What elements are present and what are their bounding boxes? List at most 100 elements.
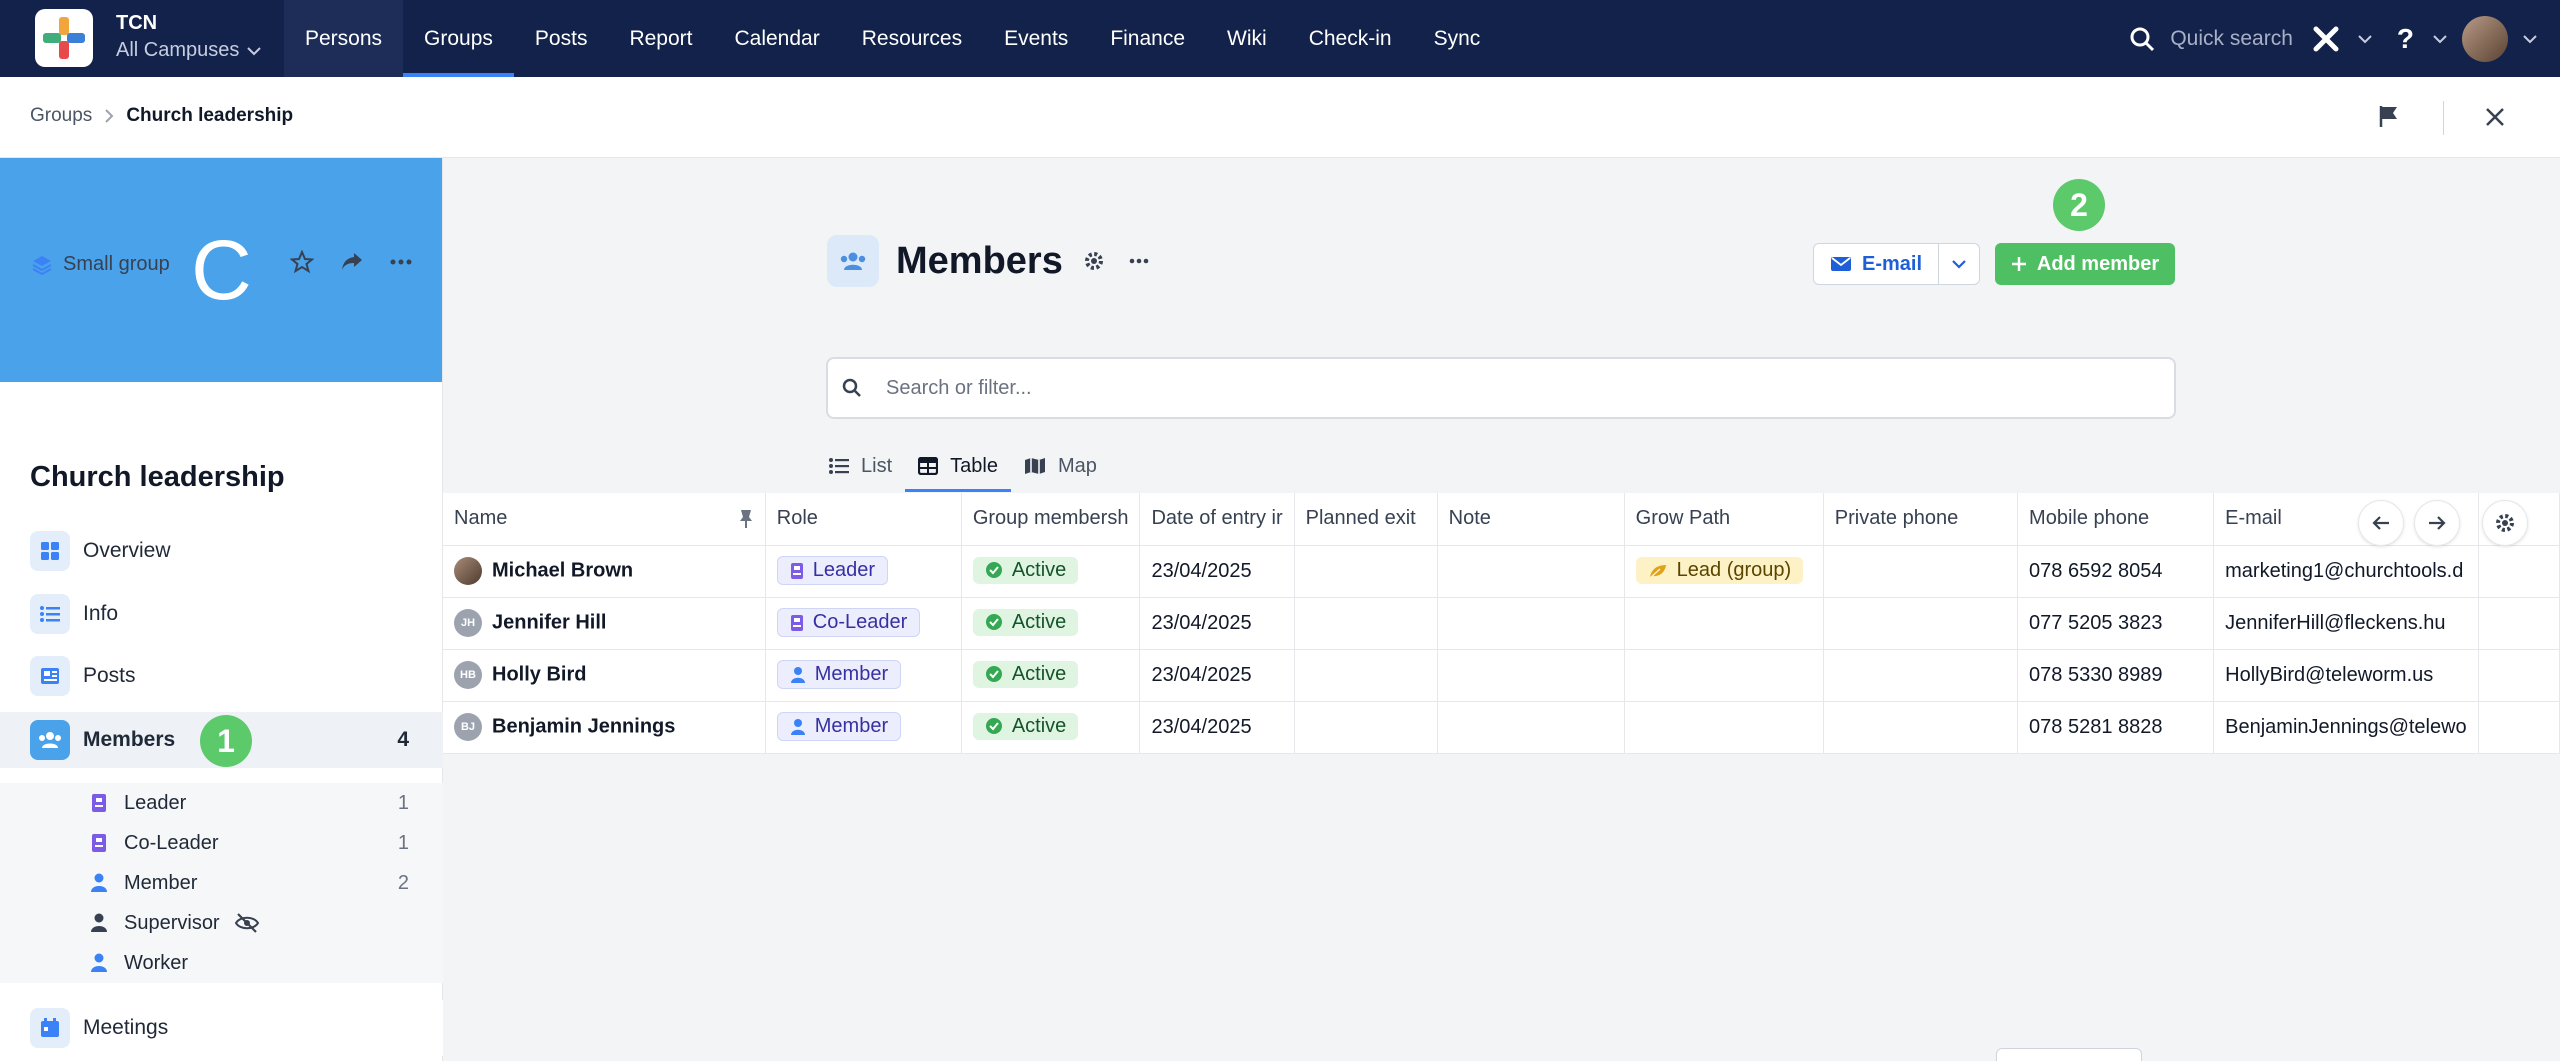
role-text: Leader [812,559,876,582]
cell-role: Co-Leader [765,597,962,650]
role-count: 1 [397,831,409,854]
sidebar-item-info[interactable]: Info [0,586,443,642]
search-input[interactable] [886,376,2086,400]
group-type-label: Small group [63,253,170,275]
column-header-name[interactable]: Name [443,493,766,546]
chevron-down-icon[interactable] [2522,34,2538,44]
campus-switcher[interactable]: TCN All Campuses [116,12,262,62]
arrow-right-icon [2429,516,2446,530]
avatar: BJ [454,713,482,741]
column-header-membership[interactable]: Group membersh [961,493,1141,546]
nav-posts[interactable]: Posts [514,0,609,77]
cell-name[interactable]: BJ Benjamin Jennings [443,701,766,754]
gear-icon[interactable] [1083,250,1105,272]
table-row[interactable]: HB Holly Bird Member Active 23/04/2025 07… [443,649,2560,702]
table-row[interactable]: Michael Brown Leader Active 23/04/2025 L… [443,545,2560,598]
arrow-left-icon [2372,516,2389,530]
column-header-role[interactable]: Role [765,493,962,546]
callout-badge-2: 2 [2053,179,2105,231]
nav-sync[interactable]: Sync [1413,0,1502,77]
email-button[interactable]: E-mail [1814,244,1940,284]
role-badge: Co-Leader [776,608,921,638]
app-logo[interactable] [35,9,93,67]
cell-note [1437,597,1625,650]
member-name: Jennifer Hill [492,611,607,634]
nav-checkin[interactable]: Check-in [1288,0,1413,77]
help-icon[interactable]: ? [2397,23,2414,55]
column-header-entry-date[interactable]: Date of entry ir [1139,493,1295,546]
breadcrumb-groups[interactable]: Groups [30,105,92,127]
tools-icon[interactable] [2311,24,2341,54]
tab-list[interactable]: List [829,440,905,492]
role-item-member[interactable]: Member 2 [0,863,443,903]
role-item-leader[interactable]: Leader 1 [0,783,443,823]
cell-email[interactable]: marketing1@churchtools.d [2213,545,2479,598]
tab-map[interactable]: Map [1011,440,1110,492]
nav-report[interactable]: Report [608,0,713,77]
nav-events[interactable]: Events [983,0,1089,77]
cell-status: Active [961,597,1141,650]
cell-name[interactable]: Michael Brown [443,545,766,598]
cell-name[interactable]: HB Holly Bird [443,649,766,702]
role-text: Member [814,663,889,686]
pin-icon[interactable] [738,509,754,529]
bottom-panel-edge [1996,1048,2142,1061]
column-header-mobile-phone[interactable]: Mobile phone [2017,493,2215,546]
sidebar-item-label: Meetings [83,1016,169,1039]
nav-calendar[interactable]: Calendar [713,0,840,77]
status-badge: Active [972,556,1079,584]
sidebar-item-overview[interactable]: Overview [0,523,443,579]
column-header-note[interactable]: Note [1437,493,1625,546]
star-icon[interactable] [290,250,314,274]
user-avatar[interactable] [2462,15,2508,62]
email-button-label: E-mail [1862,252,1923,275]
column-header-grow-path[interactable]: Grow Path [1624,493,1824,546]
cell-email[interactable]: BenjaminJennings@telewo [2213,701,2479,754]
nav-groups[interactable]: Groups [403,0,514,77]
cell-entry-date: 23/04/2025 [1139,649,1295,702]
grid-icon [30,531,70,571]
column-header-planned-exit[interactable]: Planned exit [1294,493,1438,546]
sidebar-item-posts[interactable]: Posts [0,648,443,704]
close-icon[interactable] [2484,106,2506,128]
member-name: Holly Bird [492,663,587,686]
cell-name[interactable]: JH Jennifer Hill [443,597,766,650]
cell-status: Active [961,545,1141,598]
search-icon[interactable] [2128,25,2156,53]
scroll-left-button[interactable] [2358,500,2404,546]
role-item-worker[interactable]: Worker [0,943,443,983]
nav-wiki[interactable]: Wiki [1206,0,1288,77]
role-item-supervisor[interactable]: Supervisor [0,903,443,943]
cell-email[interactable]: HollyBird@teleworm.us [2213,649,2479,702]
table-settings-button[interactable] [2482,500,2528,546]
group-type[interactable]: Small group [31,253,170,276]
members-table: Name Role Group membersh Date of entry i… [443,493,2560,754]
role-item-co-leader[interactable]: Co-Leader 1 [0,823,443,863]
add-member-button[interactable]: Add member [1995,243,2175,285]
table-row[interactable]: BJ Benjamin Jennings Member Active 23/04/… [443,701,2560,754]
column-header-private-phone[interactable]: Private phone [1823,493,2019,546]
badge-icon [88,833,110,853]
email-dropdown-button[interactable] [1939,244,1979,284]
cell-email[interactable]: JenniferHill@fleckens.hu [2213,597,2479,650]
scroll-right-button[interactable] [2414,500,2460,546]
check-circle-icon [985,718,1002,735]
more-icon[interactable] [390,259,412,265]
table-row[interactable]: JH Jennifer Hill Co-Leader Active 23/04/2… [443,597,2560,650]
share-icon[interactable] [340,251,364,273]
chevron-down-icon[interactable] [2357,34,2373,44]
nav-persons[interactable]: Persons [284,0,404,77]
flag-icon[interactable] [2378,104,2400,128]
more-icon[interactable] [1129,258,1149,264]
tab-table[interactable]: Table [905,440,1011,492]
nav-resources[interactable]: Resources [841,0,983,77]
nav-finance[interactable]: Finance [1089,0,1206,77]
quick-search[interactable]: Quick search [2170,27,2293,51]
person-icon [88,873,110,893]
top-navigation-bar: TCN All Campuses Persons Groups Posts Re… [0,0,2560,77]
sidebar-item-meetings[interactable]: Meetings [0,1000,443,1056]
layers-icon [32,255,52,275]
divider [2443,101,2444,135]
role-label: Supervisor [124,911,220,934]
chevron-down-icon[interactable] [2432,34,2448,44]
